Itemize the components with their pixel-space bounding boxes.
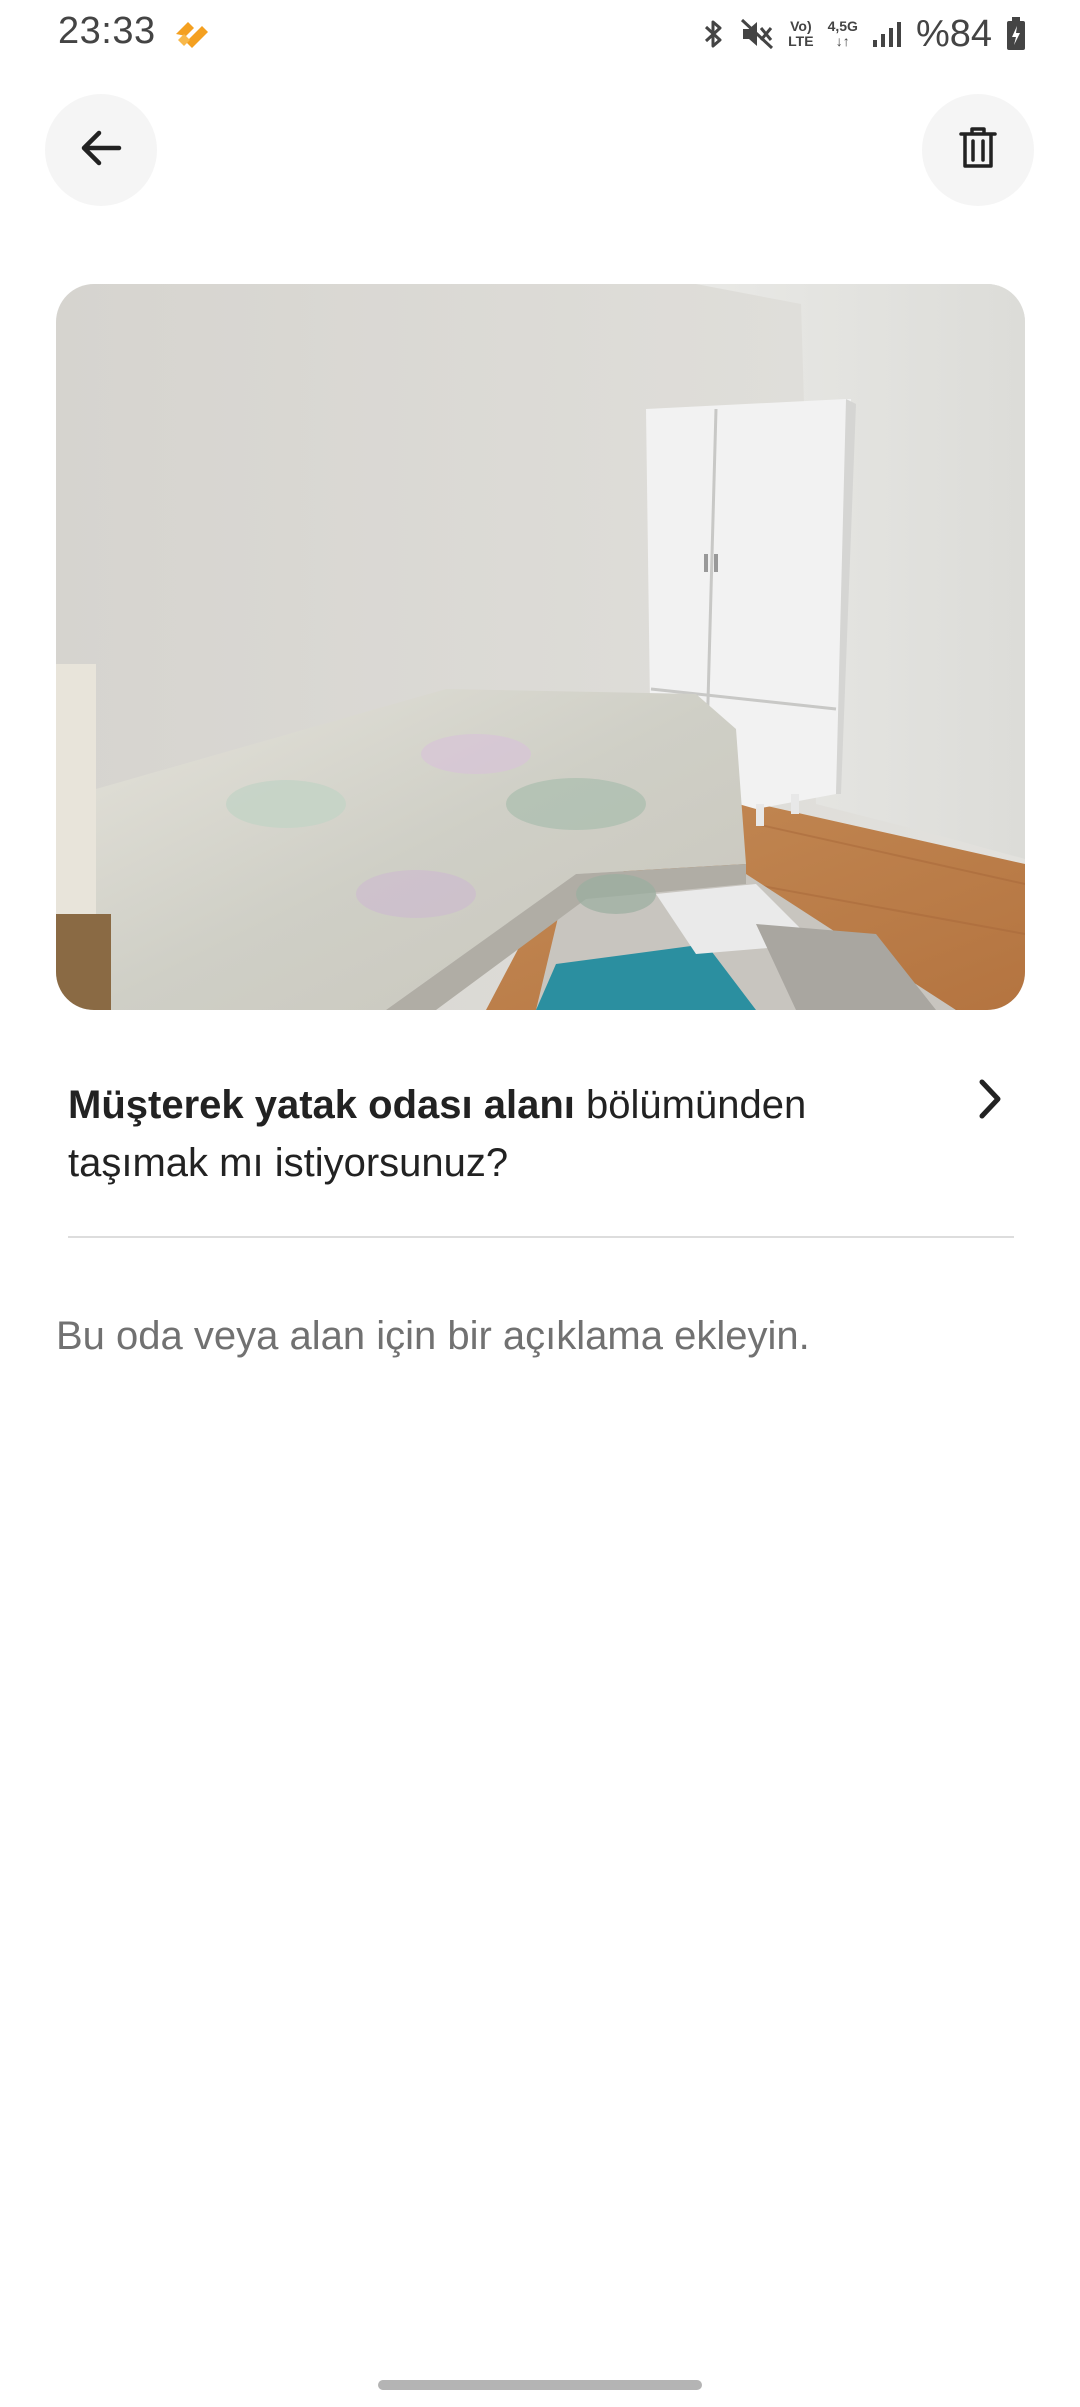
volte-bottom: LTE — [788, 33, 814, 49]
delete-button[interactable] — [922, 94, 1034, 206]
bluetooth-icon — [700, 18, 726, 50]
volte-top: Vo) — [790, 18, 812, 34]
move-room-row[interactable]: Müşterek yatak odası alanı bölümünden ta… — [68, 1076, 1014, 1236]
signal-icon — [872, 20, 902, 48]
trash-icon — [959, 126, 997, 175]
battery-percent: %84 — [915, 12, 992, 55]
divider — [68, 1236, 1014, 1238]
volte-icon: Vo) LTE — [788, 19, 813, 49]
move-prompt-text: Müşterek yatak odası alanı bölümünden ta… — [68, 1076, 948, 1192]
arrow-left-icon — [79, 128, 123, 173]
back-button[interactable] — [45, 94, 157, 206]
chevron-right-icon — [972, 1076, 1008, 1122]
description-input[interactable] — [56, 1296, 1025, 1376]
data-top: 4,5G — [827, 18, 858, 34]
status-bar: 23:33 Vo) LTE 4,5G ↓↑ %84 — [0, 0, 1080, 70]
mute-icon — [740, 18, 774, 50]
data-icon: 4,5G ↓↑ — [828, 19, 858, 49]
status-time: 23:33 — [58, 10, 156, 52]
app-notification-icon — [172, 18, 212, 50]
room-photo[interactable] — [56, 284, 1025, 1010]
data-bottom: ↓↑ — [835, 33, 850, 49]
move-prompt-room: Müşterek yatak odası alanı — [68, 1083, 575, 1127]
battery-icon — [1006, 17, 1026, 51]
home-indicator[interactable] — [378, 2380, 702, 2390]
status-icons: Vo) LTE 4,5G ↓↑ %84 — [700, 12, 1026, 56]
